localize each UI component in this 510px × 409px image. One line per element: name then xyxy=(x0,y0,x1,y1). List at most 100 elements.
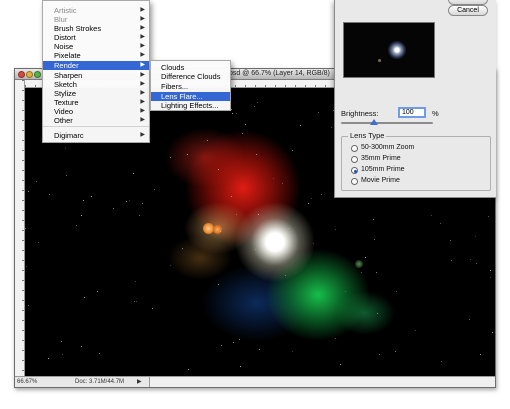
menu-item-label: Other xyxy=(54,116,73,125)
status-menu-arrow-icon[interactable]: ▶ xyxy=(137,378,142,385)
radio-button[interactable] xyxy=(351,167,358,174)
star-speck xyxy=(126,201,127,202)
star-speck xyxy=(292,150,293,151)
star-speck xyxy=(365,257,366,258)
star-speck xyxy=(81,215,82,216)
brightness-input[interactable]: 100 xyxy=(398,107,426,118)
star-speck xyxy=(236,214,237,215)
star-speck xyxy=(345,291,346,292)
close-window-button[interactable] xyxy=(18,71,25,78)
submenu-item-clouds[interactable]: Clouds xyxy=(151,63,230,72)
flare-preview[interactable] xyxy=(343,22,435,78)
cancel-button[interactable]: Cancel xyxy=(448,5,488,16)
star-speck xyxy=(66,175,67,176)
star-speck xyxy=(492,332,493,333)
star-speck xyxy=(84,297,85,298)
star-speck xyxy=(170,157,171,158)
star-speck xyxy=(76,225,77,226)
brightness-slider-thumb[interactable] xyxy=(370,119,378,125)
radio-label: Movie Prime xyxy=(361,177,400,184)
menu-item-brush-strokes[interactable]: Brush Strokes ▶ xyxy=(43,24,149,33)
star-speck xyxy=(480,354,481,355)
star-speck xyxy=(292,351,293,352)
menu-item-label: Artistic xyxy=(54,6,77,15)
star-speck xyxy=(231,196,232,197)
menu-item-label: Distort xyxy=(54,33,76,42)
star-speck xyxy=(152,308,153,309)
star-speck xyxy=(377,313,378,314)
zoom-level-field[interactable]: 66.67% xyxy=(17,379,37,385)
radio-button[interactable] xyxy=(351,156,358,163)
brightness-slider[interactable] xyxy=(341,122,433,124)
star-speck xyxy=(28,305,29,306)
star-speck xyxy=(182,248,183,249)
menu-item-video[interactable]: Video ▶ xyxy=(43,107,149,116)
submenu-arrow-icon: ▶ xyxy=(140,52,145,58)
submenu-arrow-icon: ▶ xyxy=(140,72,145,78)
star-speck xyxy=(99,353,100,354)
flare-center-marker[interactable] xyxy=(388,41,406,59)
render-submenu: Clouds Difference Clouds Fibers... Lens … xyxy=(150,60,231,111)
status-bar: 66.67% Doc: 3.71M/44.7M ▶ xyxy=(15,376,495,387)
star-speck xyxy=(335,229,336,230)
menu-item-sharpen[interactable]: Sharpen ▶ xyxy=(43,71,149,80)
zoom-window-button[interactable] xyxy=(34,71,41,78)
star-speck xyxy=(26,266,27,267)
horizontal-scrollbar[interactable] xyxy=(149,377,495,387)
radio-button[interactable] xyxy=(351,178,358,185)
star-speck xyxy=(136,301,137,302)
menu-item-pixelate[interactable]: Pixelate ▶ xyxy=(43,51,149,60)
submenu-item-lighting-effects[interactable]: Lighting Effects... xyxy=(151,101,230,110)
star-speck xyxy=(134,301,135,302)
star-speck xyxy=(258,214,259,215)
star-speck xyxy=(61,341,62,342)
radio-label: 35mm Prime xyxy=(361,155,401,162)
menu-item-noise[interactable]: Noise ▶ xyxy=(43,42,149,51)
vertical-ruler[interactable] xyxy=(15,80,25,376)
submenu-item-fibers[interactable]: Fibers... xyxy=(151,82,230,91)
menu-item-texture[interactable]: Texture ▶ xyxy=(43,98,149,107)
menu-item-sketch[interactable]: Sketch ▶ xyxy=(43,80,149,89)
brightness-unit: % xyxy=(432,109,439,118)
star-speck xyxy=(62,354,63,355)
menu-item-digimarc[interactable]: Digimarc ▶ xyxy=(43,131,149,140)
submenu-item-lens-flare[interactable]: Lens Flare... xyxy=(151,92,230,101)
star-speck xyxy=(256,154,257,155)
menu-item-distort[interactable]: Distort ▶ xyxy=(43,33,149,42)
menu-item-artistic[interactable]: Artistic ▶ xyxy=(43,6,149,15)
submenu-item-difference-clouds[interactable]: Difference Clouds xyxy=(151,72,230,81)
star-speck xyxy=(257,102,258,103)
menu-item-other[interactable]: Other ▶ xyxy=(43,116,149,125)
star-speck xyxy=(83,200,84,201)
lens-flare-dialog: Cancel Brightness: 100 % 50-300mm Zoom 3… xyxy=(334,0,496,198)
star-speck xyxy=(376,272,377,273)
submenu-arrow-icon: ▶ xyxy=(140,117,145,123)
menu-item-stylize[interactable]: Stylize ▶ xyxy=(43,89,149,98)
menu-item-label: Digimarc xyxy=(54,131,84,140)
star-speck xyxy=(38,242,39,243)
star-speck xyxy=(207,140,208,141)
star-speck xyxy=(469,319,470,320)
radio-button[interactable] xyxy=(351,145,358,152)
star-speck xyxy=(218,169,219,170)
minimize-window-button[interactable] xyxy=(26,71,33,78)
menu-separator xyxy=(43,126,149,127)
star-speck xyxy=(431,215,432,216)
menu-item-label: Texture xyxy=(54,98,79,107)
star-speck xyxy=(245,124,246,125)
star-speck xyxy=(231,109,232,110)
menu-item-render[interactable]: Render ▶ xyxy=(43,61,149,70)
star-speck xyxy=(321,194,322,195)
star-speck xyxy=(361,272,362,273)
star-speck xyxy=(273,178,274,179)
star-speck xyxy=(395,351,396,352)
submenu-arrow-icon: ▶ xyxy=(140,132,145,138)
menu-item-blur[interactable]: Blur ▶ xyxy=(43,15,149,24)
menu-item-label: Render xyxy=(54,61,79,70)
preview-artifact xyxy=(378,59,381,62)
star-speck xyxy=(232,113,233,114)
star-speck xyxy=(187,154,188,155)
star-speck xyxy=(379,354,380,355)
star-speck xyxy=(28,191,29,192)
star-speck xyxy=(308,203,309,204)
